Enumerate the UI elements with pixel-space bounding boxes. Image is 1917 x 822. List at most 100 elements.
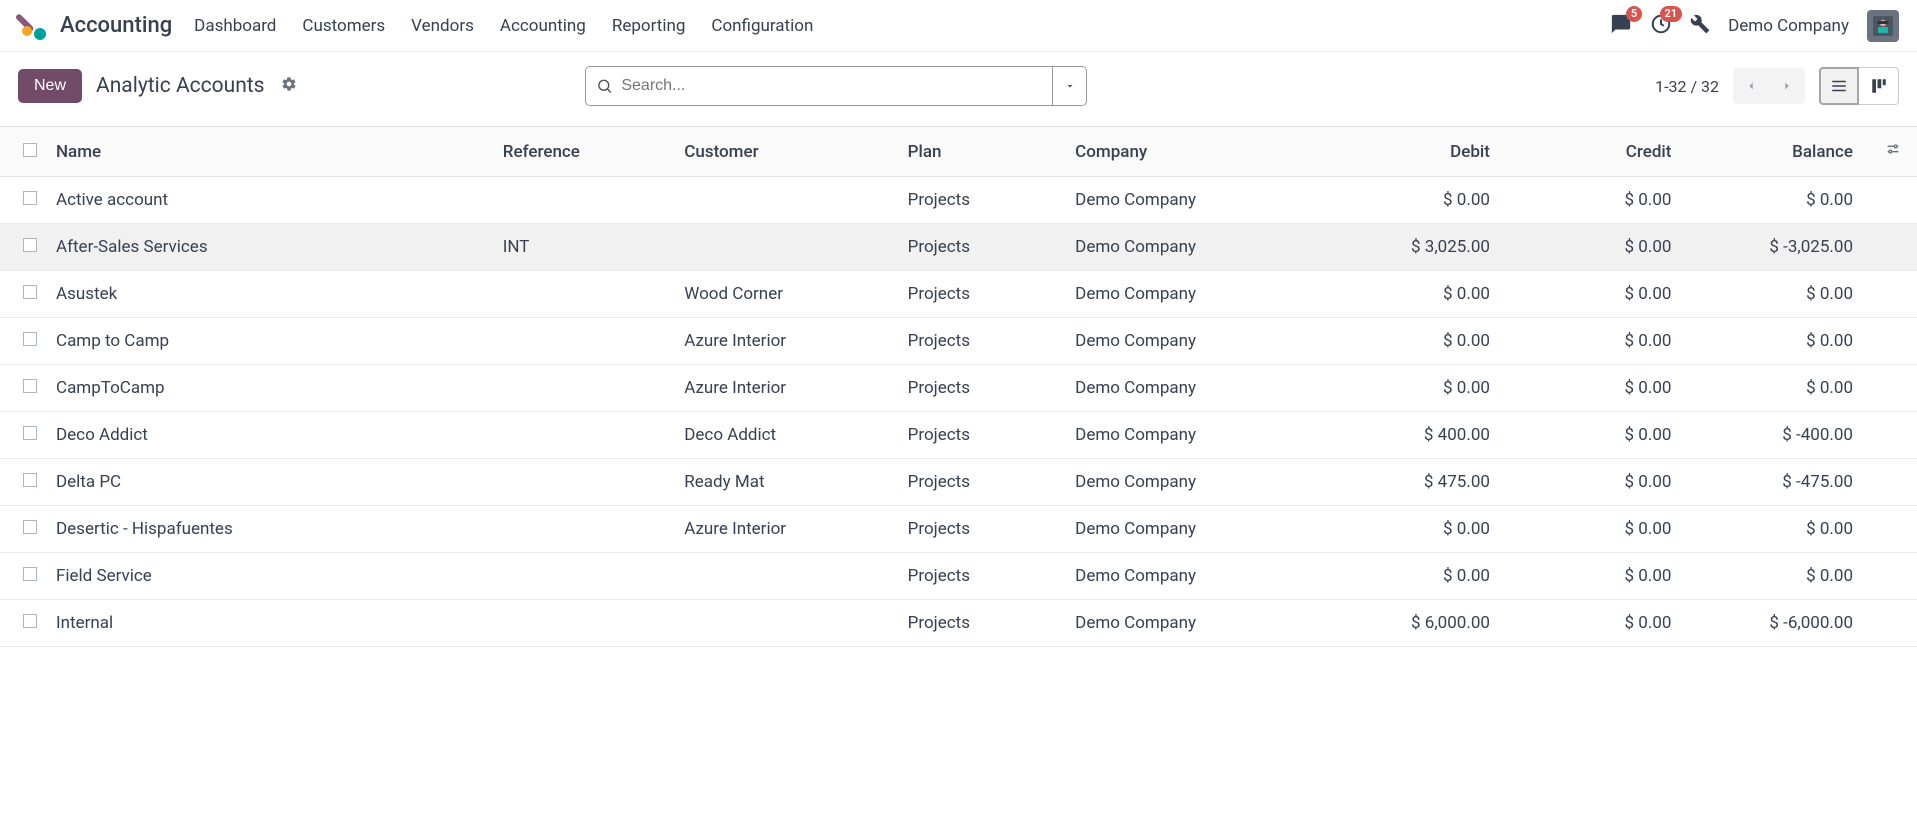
row-checkbox[interactable] [0,318,40,365]
nav-configuration[interactable]: Configuration [711,16,813,36]
header-checkbox[interactable] [0,127,40,177]
pager-prev[interactable] [1733,68,1769,104]
cell-debit: $ 475.00 [1324,459,1506,506]
search-input-wrap[interactable] [585,66,1053,106]
tools-icon[interactable] [1690,14,1710,38]
header-customer[interactable]: Customer [668,127,891,177]
cell-customer: Ready Mat [668,459,891,506]
cell-name: After-Sales Services [40,224,487,271]
row-checkbox[interactable] [0,365,40,412]
cell-plan: Projects [892,224,1060,271]
cell-balance: $ 0.00 [1687,271,1869,318]
row-checkbox[interactable] [0,459,40,506]
row-checkbox[interactable] [0,177,40,224]
cell-balance: $ 0.00 [1687,553,1869,600]
header-balance[interactable]: Balance [1687,127,1869,177]
search-input[interactable] [621,77,1042,95]
app-logo-icon[interactable] [18,12,46,40]
table-row[interactable]: Desertic - HispafuentesAzure InteriorPro… [0,506,1917,553]
cell-balance: $ 0.00 [1687,177,1869,224]
view-switcher [1819,67,1899,105]
cell-balance: $ 0.00 [1687,506,1869,553]
search-options-toggle[interactable] [1053,66,1087,106]
user-avatar[interactable] [1867,10,1899,42]
table-row[interactable]: Camp to CampAzure InteriorProjectsDemo C… [0,318,1917,365]
header-credit[interactable]: Credit [1506,127,1688,177]
pager-next[interactable] [1769,68,1805,104]
cell-company: Demo Company [1059,459,1324,506]
header-name[interactable]: Name [40,127,487,177]
cell-empty [1869,553,1917,600]
cell-name: Camp to Camp [40,318,487,365]
table-row[interactable]: CampToCampAzure InteriorProjectsDemo Com… [0,365,1917,412]
cell-customer: Azure Interior [668,506,891,553]
nav-customers[interactable]: Customers [302,16,385,36]
nav-reporting[interactable]: Reporting [612,16,686,36]
company-selector[interactable]: Demo Company [1728,16,1849,36]
header-plan[interactable]: Plan [892,127,1060,177]
cell-reference [487,600,669,647]
gear-icon[interactable] [281,76,297,96]
activities-icon[interactable]: 21 [1650,13,1672,39]
cell-customer [668,600,891,647]
pager-text[interactable]: 1-32 / 32 [1655,77,1719,96]
nav-accounting[interactable]: Accounting [500,16,586,36]
cell-debit: $ 0.00 [1324,318,1506,365]
cell-company: Demo Company [1059,412,1324,459]
header-debit[interactable]: Debit [1324,127,1506,177]
cell-name: Delta PC [40,459,487,506]
row-checkbox[interactable] [0,553,40,600]
row-checkbox[interactable] [0,412,40,459]
header-company[interactable]: Company [1059,127,1324,177]
cell-name: Asustek [40,271,487,318]
row-checkbox[interactable] [0,271,40,318]
cell-balance: $ -3,025.00 [1687,224,1869,271]
cell-company: Demo Company [1059,177,1324,224]
cell-credit: $ 0.00 [1506,459,1688,506]
cell-debit: $ 3,025.00 [1324,224,1506,271]
nav-dashboard[interactable]: Dashboard [194,16,276,36]
new-button[interactable]: New [18,69,82,103]
app-title[interactable]: Accounting [60,13,172,38]
cell-credit: $ 0.00 [1506,224,1688,271]
table-row[interactable]: After-Sales ServicesINTProjectsDemo Comp… [0,224,1917,271]
cell-plan: Projects [892,177,1060,224]
table-row[interactable]: Field ServiceProjectsDemo Company$ 0.00$… [0,553,1917,600]
activities-badge: 21 [1660,6,1683,22]
cell-credit: $ 0.00 [1506,553,1688,600]
list-icon [1830,77,1848,95]
cell-debit: $ 6,000.00 [1324,600,1506,647]
table-row[interactable]: Active accountProjectsDemo Company$ 0.00… [0,177,1917,224]
cell-plan: Projects [892,459,1060,506]
cell-company: Demo Company [1059,365,1324,412]
cell-reference [487,365,669,412]
header-reference[interactable]: Reference [487,127,669,177]
table-row[interactable]: InternalProjectsDemo Company$ 6,000.00$ … [0,600,1917,647]
table-row[interactable]: Deco AddictDeco AddictProjectsDemo Compa… [0,412,1917,459]
list-view-button[interactable] [1819,67,1859,105]
messages-icon[interactable]: 5 [1610,13,1632,39]
cell-plan: Projects [892,318,1060,365]
row-checkbox[interactable] [0,506,40,553]
cell-debit: $ 0.00 [1324,177,1506,224]
nav-vendors[interactable]: Vendors [411,16,474,36]
table-row[interactable]: AsustekWood CornerProjectsDemo Company$ … [0,271,1917,318]
cell-customer [668,553,891,600]
cell-company: Demo Company [1059,600,1324,647]
kanban-view-button[interactable] [1859,67,1899,105]
kanban-icon [1870,77,1888,95]
header-options[interactable] [1869,127,1917,177]
cell-plan: Projects [892,412,1060,459]
row-checkbox[interactable] [0,600,40,647]
cell-balance: $ -6,000.00 [1687,600,1869,647]
row-checkbox[interactable] [0,224,40,271]
cell-company: Demo Company [1059,318,1324,365]
caret-down-icon [1064,80,1076,92]
cell-company: Demo Company [1059,553,1324,600]
cell-reference [487,553,669,600]
cell-debit: $ 0.00 [1324,365,1506,412]
cell-credit: $ 0.00 [1506,318,1688,365]
table-row[interactable]: Delta PC Ready MatProjectsDemo Company$ 4… [0,459,1917,506]
cell-empty [1869,459,1917,506]
pager-arrows [1733,68,1805,104]
